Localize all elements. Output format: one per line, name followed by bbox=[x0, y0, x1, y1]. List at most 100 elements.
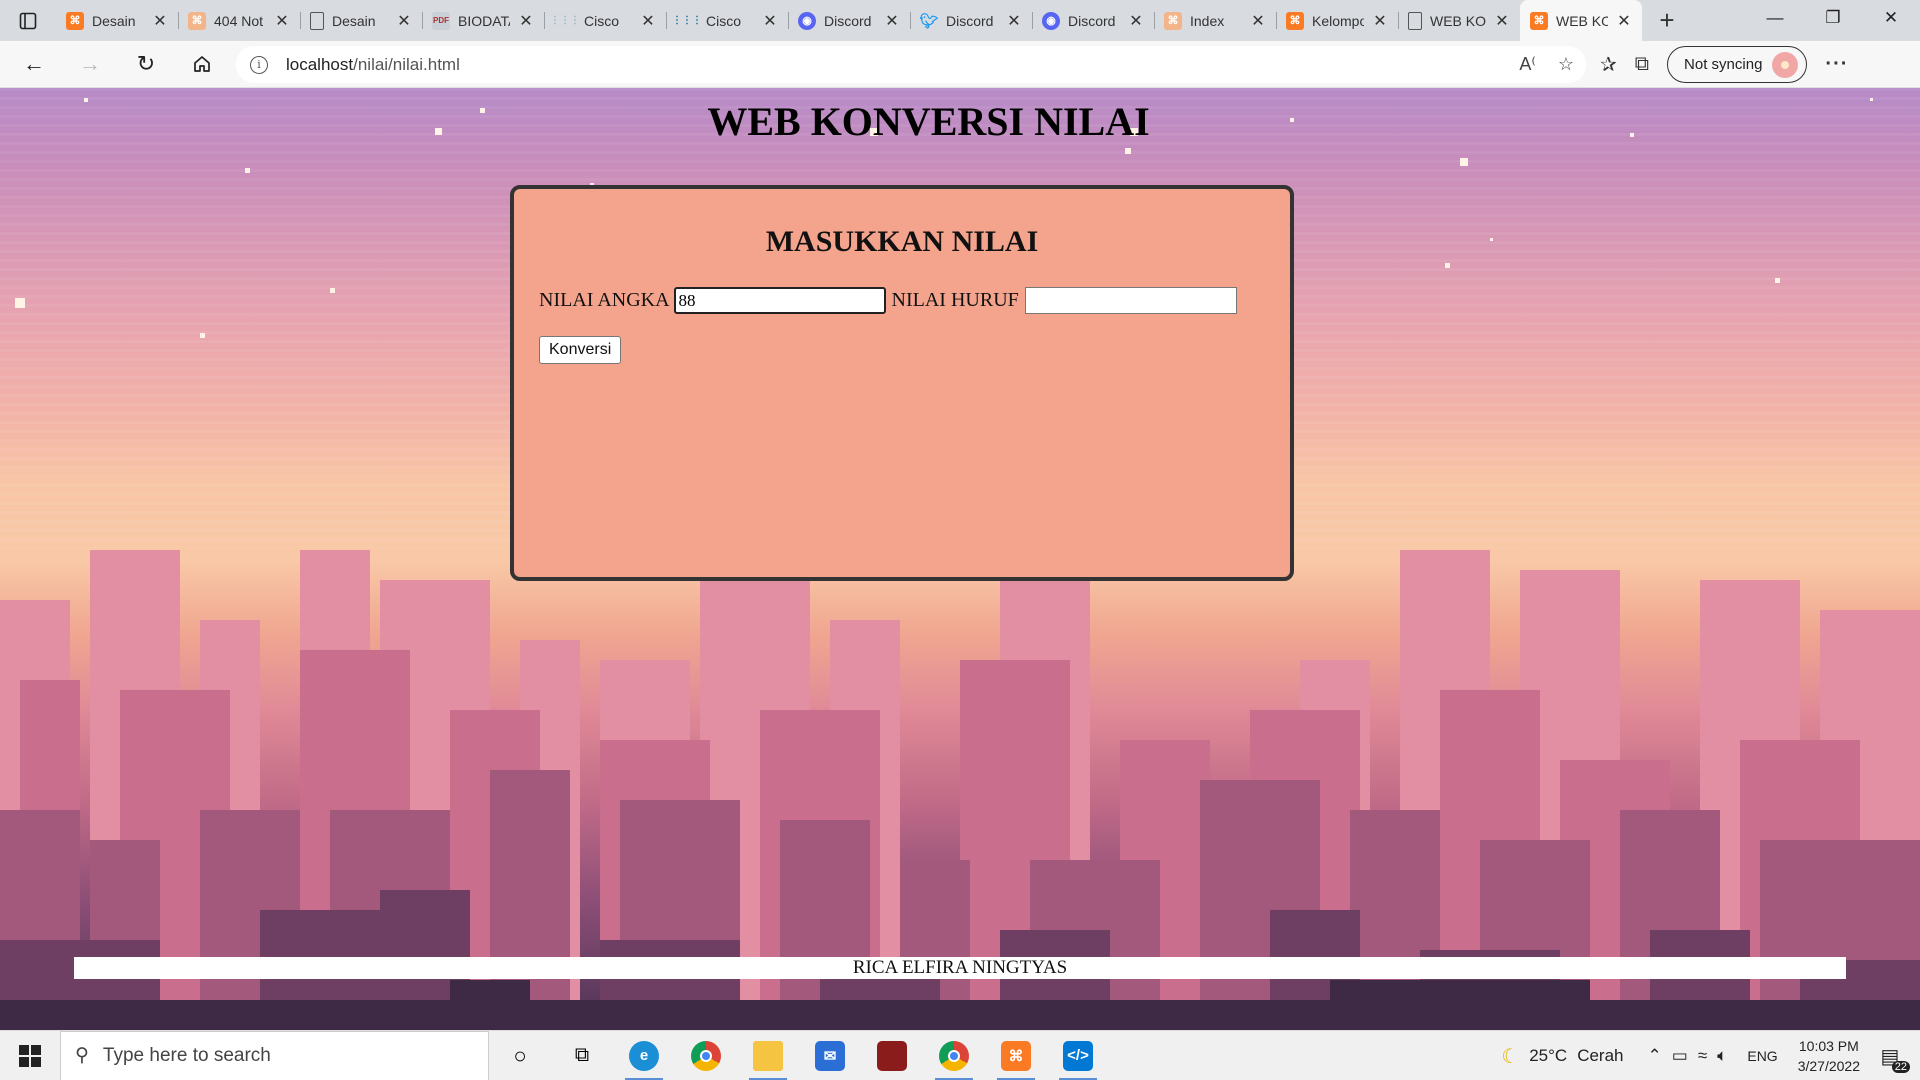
restore-button[interactable]: ❐ bbox=[1804, 0, 1862, 36]
xampp-icon: ⌘ bbox=[66, 11, 84, 30]
browser-tab[interactable]: ◉ Discord ✕ bbox=[1032, 0, 1154, 41]
read-aloud-icon[interactable]: A⁽ bbox=[1519, 54, 1535, 75]
card-title: MASUKKAN NILAI bbox=[765, 225, 1039, 258]
refresh-icon: ↻ bbox=[136, 51, 156, 76]
browser-tab[interactable]: ⌘ Index ✕ bbox=[1154, 0, 1276, 41]
browser-toolbar: ← → ↻ i localhost/nilai/nilai.html A⁽ ☆ … bbox=[0, 41, 1920, 88]
windows-logo-icon bbox=[19, 1044, 41, 1067]
settings-more-icon[interactable]: ··· bbox=[1825, 53, 1848, 76]
forward-button[interactable]: → bbox=[68, 46, 112, 82]
footer-author: RICA ELFIRA NINGTYAS bbox=[74, 957, 1846, 979]
add-favorite-icon[interactable]: ☆ bbox=[1558, 54, 1574, 75]
vscode-icon: </> bbox=[1063, 1040, 1093, 1071]
battery-icon[interactable]: ▭ bbox=[1672, 1046, 1688, 1066]
taskbar-search-box[interactable]: ⚲ Type here to search bbox=[60, 1030, 489, 1080]
tab-title: Discord bbox=[824, 12, 872, 29]
page-title: WEB KONVERSI NILAI bbox=[707, 99, 1150, 144]
tab-close-icon[interactable]: ✕ bbox=[884, 11, 900, 31]
taskbar-edge[interactable]: e bbox=[613, 1031, 675, 1080]
tab-close-icon[interactable]: ✕ bbox=[1372, 11, 1388, 31]
back-button[interactable]: ← bbox=[12, 46, 56, 82]
notification-center-button[interactable]: ▤ 22 bbox=[1870, 1044, 1910, 1073]
taskbar-chrome[interactable] bbox=[675, 1031, 737, 1080]
tab-close-icon[interactable]: ✕ bbox=[762, 11, 778, 31]
browser-tab[interactable]: WEB KONVERSI ✕ bbox=[1398, 0, 1520, 41]
clock-time: 10:03 PM bbox=[1798, 1038, 1859, 1054]
network-icon[interactable]: ≈ bbox=[1698, 1046, 1707, 1066]
browser-tab[interactable]: ⋮⋮⋮ Cisco ✕ bbox=[544, 0, 666, 41]
profile-sync-button[interactable]: Not syncing bbox=[1667, 46, 1808, 83]
browser-tab[interactable]: ⌘ Desain ✕ bbox=[56, 0, 178, 41]
folder-icon bbox=[753, 1040, 783, 1071]
tab-close-icon[interactable]: ✕ bbox=[1250, 11, 1266, 31]
site-info-icon[interactable]: i bbox=[250, 55, 268, 74]
cisco-icon-faded: ⋮⋮⋮ bbox=[550, 15, 580, 26]
tab-title: Desain bbox=[92, 12, 136, 29]
tab-title: WEB KONVERSI bbox=[1430, 12, 1486, 29]
tab-close-icon[interactable]: ✕ bbox=[1128, 11, 1144, 31]
collections-icon[interactable]: ⧉ bbox=[1635, 53, 1649, 76]
nilai-huruf-label: NILAI HURUF bbox=[891, 289, 1019, 311]
language-indicator[interactable]: ENG bbox=[1747, 1048, 1777, 1064]
browser-tab[interactable]: ⋮⋮⋮ Cisco ✕ bbox=[666, 0, 788, 41]
home-button[interactable] bbox=[180, 46, 224, 82]
taskbar-file-explorer[interactable] bbox=[737, 1031, 799, 1080]
tab-close-icon[interactable]: ✕ bbox=[1616, 11, 1632, 31]
browser-tab[interactable]: Desain ✕ bbox=[300, 0, 422, 41]
xampp-icon: ⌘ bbox=[1001, 1040, 1031, 1071]
browser-tab[interactable]: ◉ Discord ✕ bbox=[788, 0, 910, 41]
taskbar-xampp[interactable]: ⌘ bbox=[985, 1031, 1047, 1080]
browser-tab[interactable]: PDF BIODATA ✕ bbox=[422, 0, 544, 41]
clock[interactable]: 10:03 PM 3/27/2022 bbox=[1798, 1036, 1860, 1076]
browser-tab[interactable]: ⌘ 404 Not Found ✕ bbox=[178, 0, 300, 41]
close-window-button[interactable]: ✕ bbox=[1862, 0, 1920, 36]
browser-tab[interactable]: ⌘ Kelompok ✕ bbox=[1276, 0, 1398, 41]
tab-title: Cisco bbox=[706, 12, 742, 29]
tab-close-icon[interactable]: ✕ bbox=[1006, 11, 1022, 31]
nilai-huruf-input[interactable] bbox=[1024, 287, 1237, 314]
tab-close-icon[interactable]: ✕ bbox=[152, 11, 168, 31]
weather-desc[interactable]: Cerah bbox=[1577, 1046, 1623, 1066]
sync-label: Not syncing bbox=[1684, 56, 1763, 73]
url-path: /nilai/nilai.html bbox=[353, 54, 460, 74]
address-bar[interactable]: i localhost/nilai/nilai.html A⁽ ☆ bbox=[236, 46, 1586, 83]
konversi-button[interactable]: Konversi bbox=[539, 336, 622, 364]
chevron-up-icon[interactable]: ⌃ bbox=[1648, 1046, 1662, 1066]
cortana-icon: ○ bbox=[513, 1042, 527, 1068]
search-icon: ⚲ bbox=[75, 1045, 89, 1066]
new-tab-button[interactable]: + bbox=[1642, 0, 1692, 41]
tab-close-icon[interactable]: ✕ bbox=[396, 11, 412, 31]
avatar bbox=[1772, 51, 1799, 78]
taskbar-vscode[interactable]: </> bbox=[1047, 1031, 1109, 1080]
minimize-icon: — bbox=[1766, 8, 1784, 27]
nilai-angka-input[interactable] bbox=[673, 287, 886, 314]
star-decoration bbox=[15, 298, 25, 308]
favorites-icon[interactable]: ✰ bbox=[1600, 52, 1617, 77]
tab-title: Discord bbox=[946, 12, 994, 29]
taskbar-chrome-profile[interactable] bbox=[923, 1031, 985, 1080]
task-view-button[interactable]: ⧉ bbox=[551, 1031, 613, 1080]
city-skyline-background bbox=[0, 550, 1920, 1030]
start-button[interactable] bbox=[0, 1031, 60, 1080]
window-controls: — ❐ ✕ bbox=[1746, 0, 1920, 36]
minimize-button[interactable]: — bbox=[1746, 0, 1804, 36]
tab-title: BIODATA bbox=[458, 12, 510, 29]
xampp-icon: ⌘ bbox=[1530, 11, 1548, 30]
tab-actions-button[interactable] bbox=[0, 0, 56, 41]
tab-close-icon[interactable]: ✕ bbox=[518, 11, 534, 31]
document-icon bbox=[1408, 11, 1422, 30]
weather-temp[interactable]: 25°C bbox=[1529, 1046, 1567, 1066]
refresh-button[interactable]: ↻ bbox=[124, 46, 168, 82]
taskbar-mail[interactable]: ✉ bbox=[799, 1031, 861, 1080]
browser-tab[interactable]: ⌘ WEB KONVERSI ✕ bbox=[1520, 0, 1642, 41]
tab-close-icon[interactable]: ✕ bbox=[640, 11, 656, 31]
search-placeholder: Type here to search bbox=[102, 1044, 271, 1066]
taskbar-app-red[interactable] bbox=[861, 1031, 923, 1080]
tab-close-icon[interactable]: ✕ bbox=[274, 11, 290, 31]
tab-close-icon[interactable]: ✕ bbox=[1494, 11, 1510, 31]
volume-icon[interactable]: 🔈︎ bbox=[1717, 1046, 1727, 1066]
tab-title: Cisco bbox=[584, 12, 620, 29]
browser-tab[interactable]: 🐦︎ Discord ✕ bbox=[910, 0, 1032, 41]
windows-taskbar: ⚲ Type here to search ○ ⧉ e ✉ ⌘ </> ☾ 25… bbox=[0, 1030, 1920, 1080]
cortana-button[interactable]: ○ bbox=[489, 1031, 551, 1080]
